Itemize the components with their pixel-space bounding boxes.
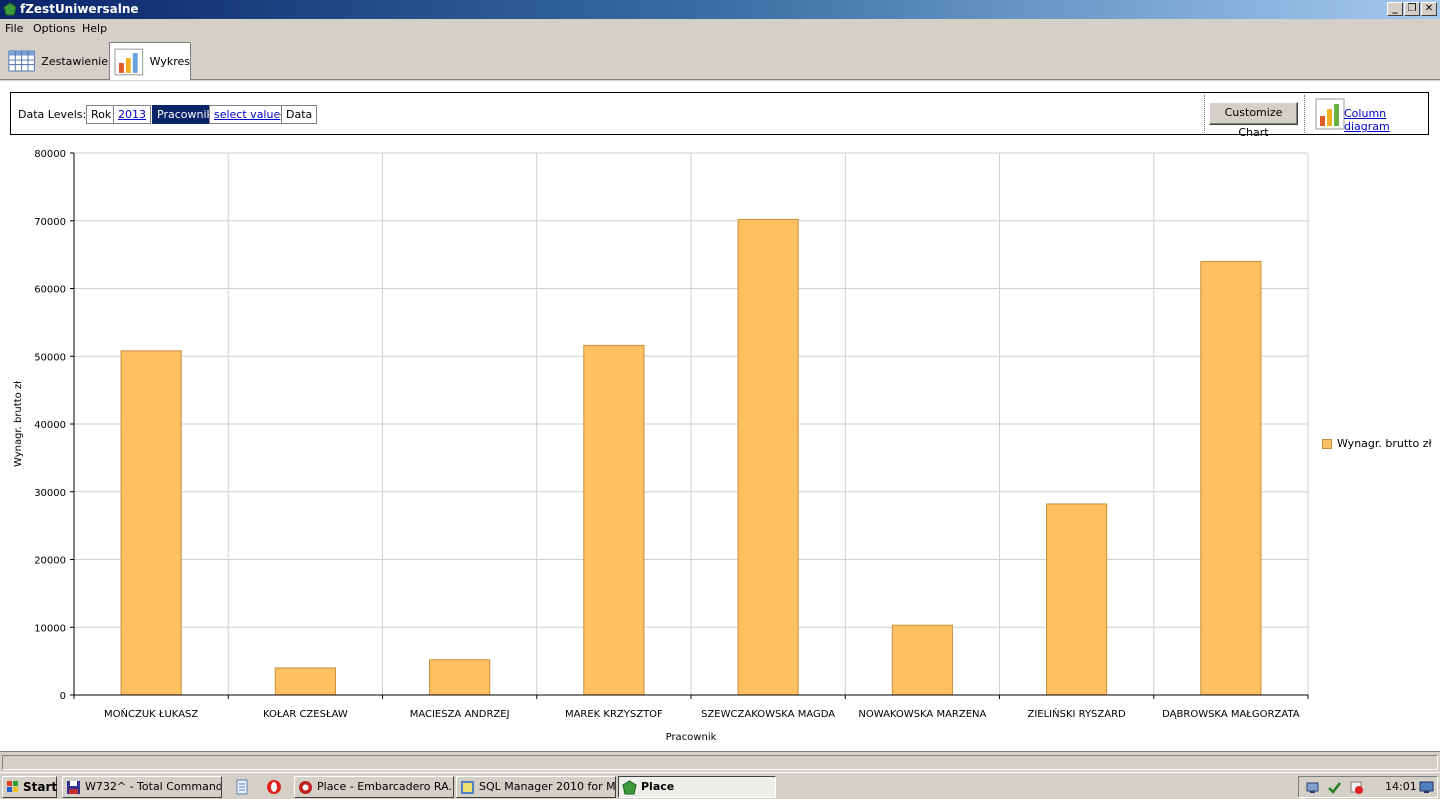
bar [891,624,953,696]
y-tick-label: 0 [60,691,66,702]
toolbar-separator [1304,95,1305,133]
task-place[interactable]: Place [618,776,776,798]
start-button[interactable]: Start [2,776,57,798]
y-tick-label: 40000 [34,420,66,431]
chart-panel: Data Levels: Rok 2013 Pracownik select v… [0,81,1440,751]
taskbar: Start W732^ - Total Command... Place - E… [0,772,1440,799]
notepad-icon[interactable] [234,779,250,795]
bar [429,659,491,696]
minimize-button[interactable]: _ [1387,2,1403,16]
y-tick-label: 60000 [34,285,66,296]
x-axis-label: Pracownik [666,732,717,743]
y-axis-label: Wynagr. brutto zł [13,381,24,467]
floppy-icon [67,781,80,794]
opera-icon[interactable] [266,779,282,795]
task-embarcadero[interactable]: Place - Embarcadero RA... [294,776,454,798]
customize-chart-button[interactable]: Customize Chart [1209,102,1298,139]
task-label: Place [641,780,675,793]
task-total-commander[interactable]: W732^ - Total Command... [62,776,222,798]
bar-chart-icon [114,48,144,75]
toolbar-separator [1204,95,1205,133]
menu-file[interactable]: File [5,22,23,36]
show-desktop-icon[interactable] [1419,780,1434,795]
task-label: W732^ - Total Command... [85,780,222,793]
bar [583,344,645,696]
y-tick-label: 30000 [34,488,66,499]
level-pracownik[interactable]: Pracownik [152,105,218,124]
legend-swatch [1322,439,1332,449]
column-diagram-icon[interactable] [1315,98,1345,130]
bar [737,218,799,696]
level-2013-link[interactable]: 2013 [113,105,151,124]
app-icon [3,2,17,16]
x-tick-label: MACIESZA ANDRZEJ [410,709,510,720]
menu-help[interactable]: Help [82,22,107,36]
tab-zestawienie-label: Zestawienie [41,54,108,68]
x-tick-label: KOŁAR CZESŁAW [263,709,348,720]
menu-bar: File Options Help [0,19,1440,39]
x-tick-label: ZIELIŃSKI RYSZARD [1027,707,1126,720]
y-tick-label: 20000 [34,556,66,567]
y-tick-label: 10000 [34,623,66,634]
status-panel [2,755,1438,770]
start-label: Start [23,780,58,794]
system-tray: 14:01 [1298,776,1438,798]
x-tick-label: NOWAKOWSKA MARZENA [858,709,986,720]
restore-button[interactable]: ❐ [1404,2,1420,16]
x-tick-label: SZEWCZAKOWSKA MAGDA [701,709,835,720]
y-tick-label: 50000 [34,352,66,363]
tab-wykres-label: Wykres [149,55,190,68]
bar [274,667,336,696]
security-check-icon[interactable] [1327,780,1342,795]
network-icon[interactable] [1305,780,1320,795]
table-icon [8,50,35,72]
y-tick-label: 70000 [34,217,66,228]
title-bar: fZestUniwersalne _ ❐ ✕ [0,0,1440,19]
menu-options[interactable]: Options [33,22,75,36]
x-tick-label: MOŃCZUK ŁUKASZ [104,707,198,720]
x-tick-label: MAREK KRZYSZTOF [565,709,663,720]
sql-manager-icon [461,781,474,794]
task-label: Place - Embarcadero RA... [317,780,454,793]
bar-chart: 0 10000 20000 30000 40000 50000 60000 70000 8000… [13,149,1309,743]
bar [120,350,182,696]
data-levels-label: Data Levels: [18,108,87,121]
bar [1200,260,1262,696]
level-data[interactable]: Data [281,105,318,124]
alert-icon[interactable] [1349,780,1364,795]
y-tick-label: 80000 [34,149,66,160]
tab-zestawienie[interactable]: Zestawienie [8,43,108,79]
embarcadero-icon [299,781,312,794]
status-bar [0,751,1440,771]
app-icon [622,780,637,795]
x-tick-label: DĄBROWSKA MAŁGORZATA [1162,709,1300,720]
bar [1046,503,1108,696]
level-rok[interactable]: Rok [86,105,117,124]
tab-wykres[interactable]: Wykres [109,42,191,80]
task-sql-manager[interactable]: SQL Manager 2010 for M... [456,776,616,798]
data-levels-bar: Data Levels: Rok 2013 Pracownik select v… [10,92,1429,139]
task-label: SQL Manager 2010 for M... [479,780,616,793]
window-title: fZestUniwersalne [20,2,139,16]
tab-strip: Zestawienie Wykres [0,40,1440,80]
windows-flag-icon [7,781,18,792]
legend-label: Wynagr. brutto zł [1337,437,1432,450]
close-button[interactable]: ✕ [1421,2,1437,16]
column-diagram-link[interactable]: Column diagram [1344,107,1428,133]
clock: 14:01 [1385,780,1417,793]
